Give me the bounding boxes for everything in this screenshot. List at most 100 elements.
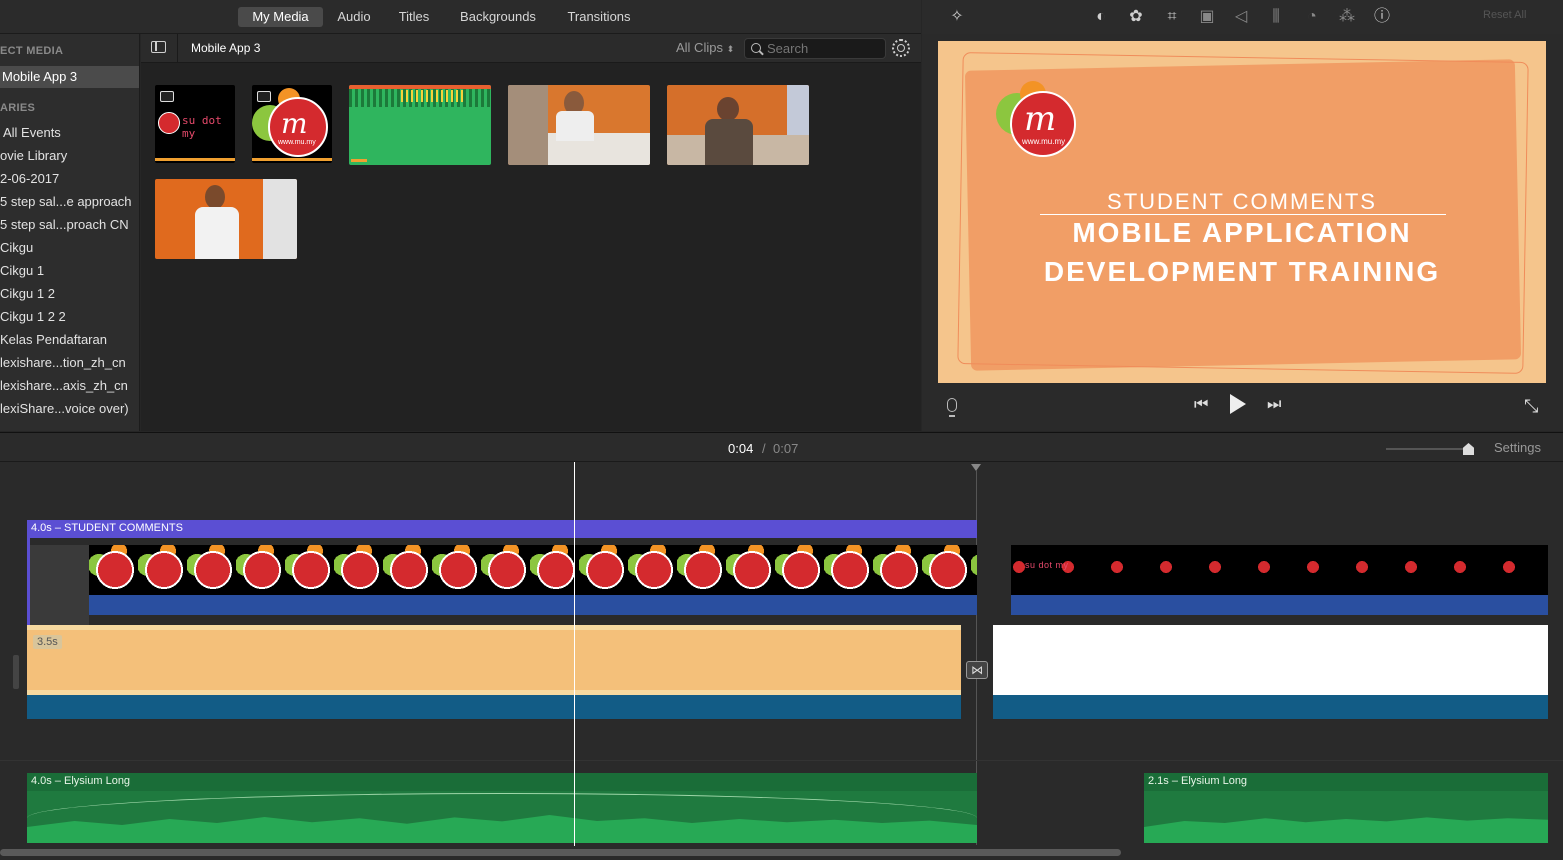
media-clip-thumbnail[interactable]: [155, 179, 297, 259]
crop-icon[interactable]: ⌗: [1161, 6, 1183, 28]
color-palette-icon[interactable]: ✿: [1125, 6, 1147, 28]
logo-url: www.mu.my: [278, 139, 316, 146]
logo-image: m www.mu.my: [268, 97, 328, 157]
magic-wand-icon[interactable]: ✧: [946, 6, 968, 28]
sidebar-item-event[interactable]: 5 step sal...proach CN: [0, 214, 139, 236]
logo-url: www.mu.my: [1022, 137, 1066, 146]
clip-filter-icon[interactable]: ⁂: [1336, 6, 1358, 28]
media-tabs-bar: My Media Audio Titles Backgrounds Transi…: [0, 0, 921, 34]
color-balance-icon[interactable]: ◐: [1090, 6, 1112, 28]
zoom-slider[interactable]: [1386, 448, 1466, 450]
play-icon[interactable]: [1230, 394, 1246, 414]
sidebar-item-event[interactable]: Cikgu 1: [0, 260, 139, 282]
title-line-1: MOBILE APPLICATION: [1072, 217, 1412, 248]
info-icon[interactable]: ⓘ: [1371, 6, 1393, 28]
browser-toolbar: Mobile App 3 All Clips ⬍: [141, 34, 921, 63]
sidebar-item-event[interactable]: Cikgu: [0, 237, 139, 259]
filmstrip-text: su dot my: [1025, 560, 1069, 570]
photo-camera-icon: [257, 91, 271, 102]
microphone-icon[interactable]: [947, 398, 957, 412]
sidebar-item-event[interactable]: lexishare...axis_zh_cn: [0, 375, 139, 397]
timeline: 4.0s – STUDENT COMMENTS su dot my 3.5s ⋈: [0, 462, 1563, 860]
photo-camera-icon: [160, 91, 174, 102]
sidebar-item-all-events[interactable]: All Events: [0, 122, 139, 144]
search-field[interactable]: [744, 38, 886, 59]
preview-frame: m www.mu.my STUDENT COMMENTS MOBILE APPL…: [938, 41, 1546, 383]
clip-trim-handle[interactable]: [13, 655, 19, 689]
title-clip[interactable]: 4.0s – STUDENT COMMENTS: [27, 520, 977, 538]
title-subtitle: STUDENT COMMENTS: [1107, 189, 1377, 214]
media-clip-thumbnail[interactable]: m www.mu.my: [252, 85, 332, 163]
transition-icon[interactable]: ⋈: [966, 661, 988, 679]
settings-button[interactable]: Settings: [1494, 440, 1541, 455]
zoom-slider-knob[interactable]: [1463, 443, 1474, 455]
horizontal-scrollbar[interactable]: [0, 849, 1121, 856]
clip-filter-select[interactable]: All Clips ⬍: [676, 40, 734, 55]
audio-fade-curve: [27, 793, 977, 843]
sidebar-item-event[interactable]: 5 step sal...e approach: [0, 191, 139, 213]
media-clip-thumbnail[interactable]: [508, 85, 650, 165]
libraries-heading: ARIES: [0, 102, 36, 114]
playhead[interactable]: [574, 462, 575, 846]
video-clip-logo[interactable]: [89, 545, 977, 615]
sidebar-item-project[interactable]: Mobile App 3: [0, 66, 139, 88]
updown-chevron-icon: ⬍: [726, 44, 735, 54]
search-input[interactable]: [767, 41, 879, 56]
project-media-heading: ECT MEDIA: [0, 45, 64, 57]
thumb-text: su dot my: [182, 114, 222, 140]
video-clip-text[interactable]: su dot my: [1011, 545, 1548, 615]
speed-gauge-icon[interactable]: ◔: [1301, 6, 1323, 28]
viewer-toolbar: ✧ ◐ ✿ ⌗ ▣ ◁ ⫼ ◔ ⁂ ⓘ Reset All: [922, 0, 1563, 34]
media-clip-thumbnail[interactable]: [349, 85, 491, 165]
audio-clip-label: 4.0s – Elysium Long: [31, 775, 131, 787]
title-clip-label: 4.0s – STUDENT COMMENTS: [31, 522, 183, 534]
audio-clip[interactable]: 2.1s – Elysium Long: [1144, 773, 1548, 843]
skip-forward-icon[interactable]: ⏭: [1267, 396, 1281, 414]
media-clip-thumbnail[interactable]: [667, 85, 809, 165]
sidebar-toggle-icon[interactable]: [151, 41, 166, 53]
sidebar-item-event[interactable]: 2-06-2017: [0, 168, 139, 190]
libraries-sidebar: ECT MEDIA Mobile App 3 ARIES All Events …: [0, 34, 140, 431]
volume-icon[interactable]: ◁: [1230, 6, 1252, 28]
clip-filter-label: All Clips: [676, 40, 723, 55]
tab-audio[interactable]: Audio: [330, 7, 378, 27]
white-clip-audio: [993, 695, 1548, 719]
sidebar-item-event[interactable]: Cikgu 1 2 2: [0, 306, 139, 328]
title-divider: [1040, 214, 1446, 215]
fullscreen-icon[interactable]: ⤡: [1524, 396, 1538, 417]
audio-clip-header: [27, 773, 977, 791]
audio-clip-label: 2.1s – Elysium Long: [1148, 775, 1248, 787]
preview-viewer: m www.mu.my STUDENT COMMENTS MOBILE APPL…: [922, 34, 1563, 431]
reset-all-button[interactable]: Reset All: [1483, 9, 1526, 21]
sidebar-item-event[interactable]: lexiShare...voice over): [0, 398, 139, 420]
sidebar-item-movie-library[interactable]: ovie Library: [0, 145, 139, 167]
tab-transitions[interactable]: Transitions: [560, 7, 638, 27]
clip-duration-badge: 3.5s: [33, 635, 62, 649]
sidebar-item-event[interactable]: lexishare...tion_zh_cn: [0, 352, 139, 374]
audio-divider: [0, 760, 1563, 761]
tab-titles[interactable]: Titles: [390, 7, 438, 27]
skip-back-icon[interactable]: ⏮: [1194, 396, 1208, 414]
video-clip-audio: [89, 595, 977, 615]
audio-waveform: [1144, 817, 1548, 843]
logo-filmstrip: [89, 545, 977, 595]
audio-clip[interactable]: 4.0s – Elysium Long: [27, 773, 977, 843]
time-separator: /: [762, 441, 766, 456]
media-browser: Mobile App 3 All Clips ⬍ su dot my m: [141, 34, 921, 431]
media-clip-thumbnail[interactable]: su dot my: [155, 85, 235, 163]
imovie-window: My Media Audio Titles Backgrounds Transi…: [0, 0, 1563, 860]
sidebar-item-event[interactable]: Cikgu 1 2: [0, 283, 139, 305]
background-clip[interactable]: 3.5s: [27, 625, 961, 695]
stabilization-camera-icon[interactable]: ▣: [1196, 6, 1218, 28]
timeline-header: 0:04 / 0:07 Settings: [0, 432, 1563, 462]
current-time: 0:04: [728, 441, 754, 456]
tab-my-media[interactable]: My Media: [238, 7, 323, 27]
gear-icon[interactable]: [892, 39, 910, 57]
title-clip-gap: [30, 545, 89, 625]
logo-image: m www.mu.my: [1010, 91, 1076, 157]
sidebar-item-event[interactable]: Kelas Pendaftaran: [0, 329, 139, 351]
total-time: 0:07: [773, 441, 799, 456]
tab-backgrounds[interactable]: Backgrounds: [452, 7, 544, 27]
white-background-clip[interactable]: [993, 625, 1548, 695]
equalizer-icon[interactable]: ⫼: [1265, 6, 1287, 28]
